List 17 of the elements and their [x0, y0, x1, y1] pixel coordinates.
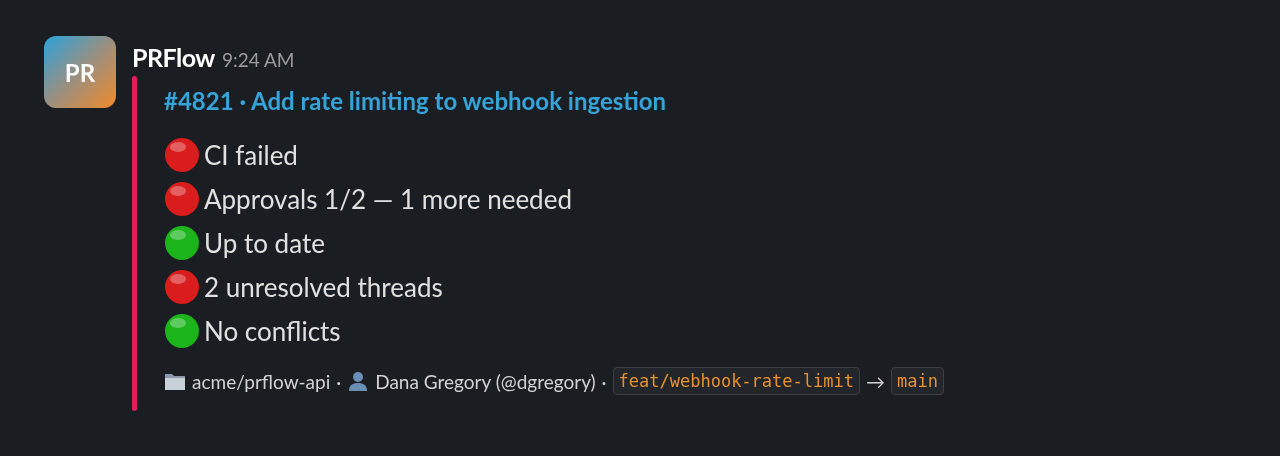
check-label: CI failed: [204, 139, 298, 171]
arrow-text: →: [865, 369, 885, 393]
check-label: 2 unresolved threads: [204, 271, 443, 303]
app-avatar[interactable]: PR: [44, 36, 116, 108]
base-branch: main: [890, 367, 944, 395]
check-label: Up to date: [204, 227, 325, 259]
check-label: No conflicts: [204, 315, 341, 347]
person-icon: [347, 370, 370, 392]
separator-dot: ·: [601, 369, 607, 393]
pr-title-link[interactable]: #4821 · Add rate limiting to webhook ingestion: [164, 86, 944, 115]
message-time[interactable]: 9:24 AM: [221, 48, 295, 71]
check-label: Approvals 1/2 — 1 more needed: [204, 183, 572, 215]
sender-name[interactable]: PRFlow: [132, 42, 215, 72]
head-branch: feat/webhook-rate-limit: [612, 367, 860, 395]
repo-name: acme/prflow-api: [192, 369, 331, 393]
separator-dot: ·: [336, 369, 342, 393]
author-name: Dana Gregory (@dgregory): [375, 369, 596, 393]
